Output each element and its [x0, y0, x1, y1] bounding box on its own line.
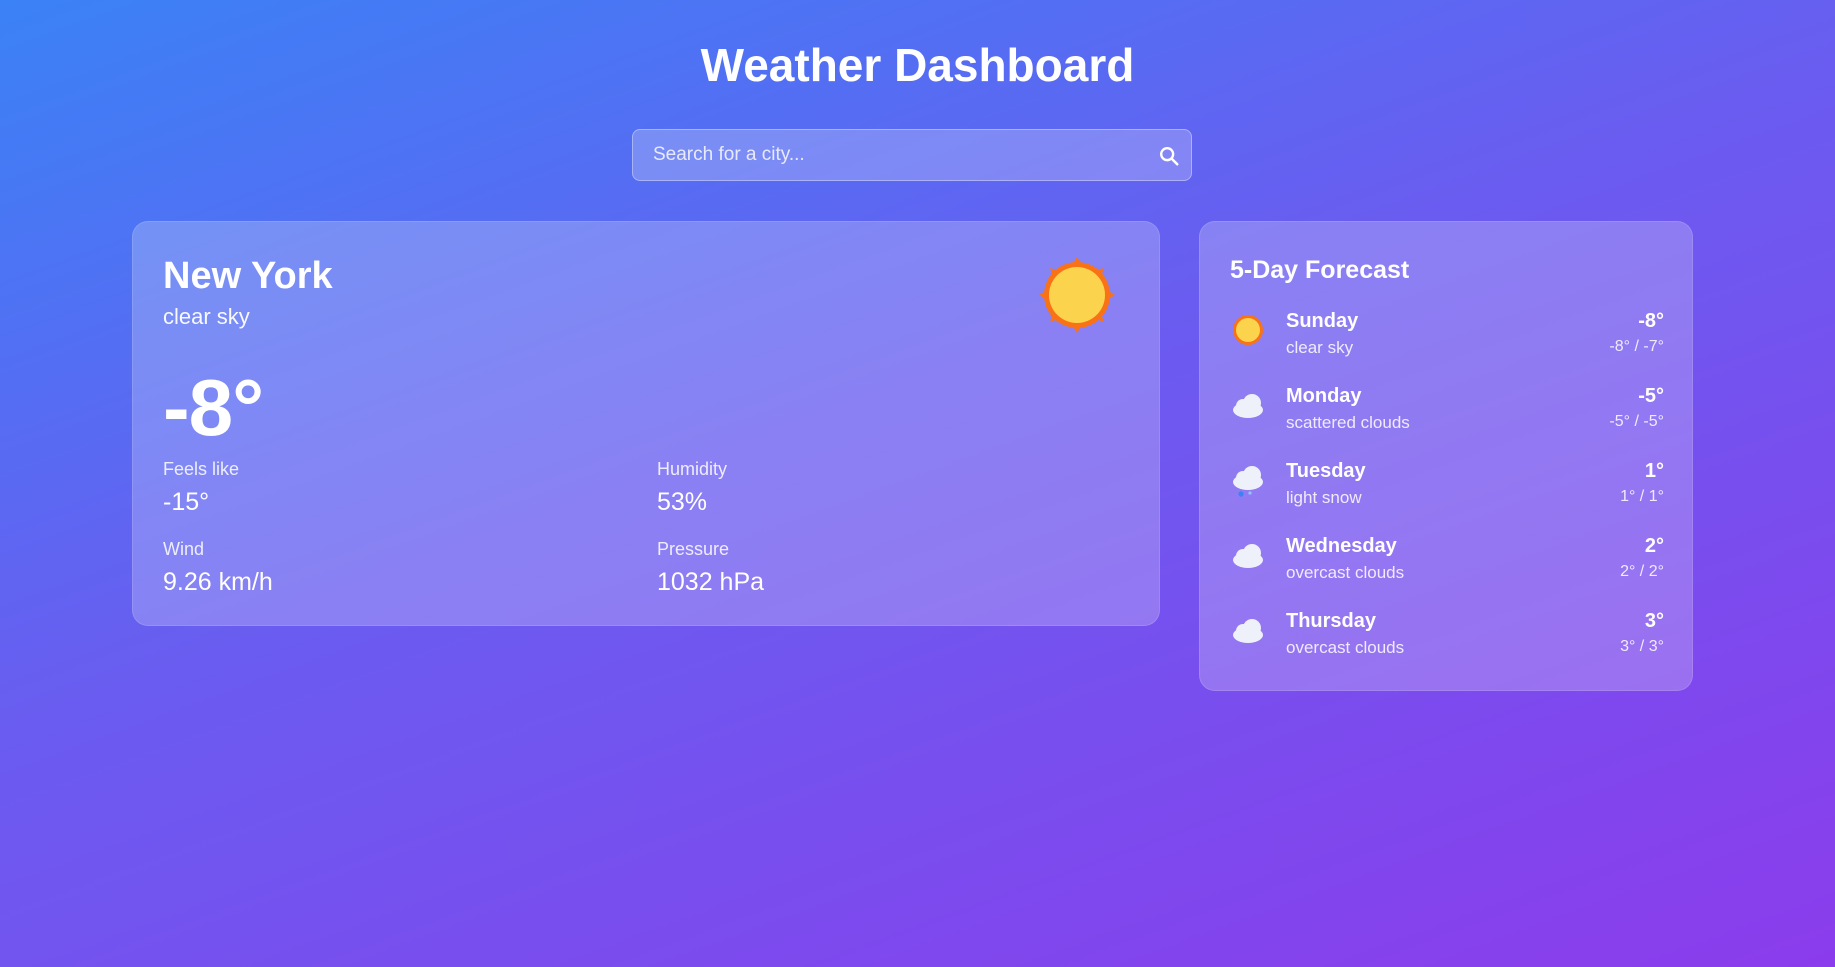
- forecast-day-desc: scattered clouds: [1286, 413, 1410, 432]
- forecast-title: 5-Day Forecast: [1230, 256, 1410, 284]
- current-temperature: -8°: [163, 363, 264, 452]
- cloud-icon: [1230, 387, 1266, 423]
- feels-like-stat: Feels like -15°: [163, 459, 239, 517]
- pressure-label: Pressure: [657, 539, 730, 559]
- forecast-day: Monday scattered clouds -5° -5° / -5°: [1230, 383, 1664, 458]
- feels-like-value: -15°: [163, 488, 210, 516]
- forecast-day-name: Sunday: [1286, 310, 1359, 332]
- wind-value: 9.26 km/h: [163, 568, 273, 596]
- forecast-list: Sunday clear sky -8° -8° / -7° Monday sc…: [1230, 308, 1664, 683]
- page-title: Weather Dashboard: [700, 39, 1135, 91]
- wind-stat: Wind 9.26 km/h: [163, 539, 273, 597]
- pressure-value: 1032 hPa: [657, 568, 765, 596]
- humidity-value: 53%: [657, 488, 708, 516]
- forecast-day-temp: 1°: [1644, 460, 1664, 482]
- current-weather-card: New York clear sky -8° Feels like -15° H…: [132, 221, 1160, 626]
- forecast-day: Tuesday light snow 1° 1° / 1°: [1230, 458, 1664, 533]
- forecast-day-desc: clear sky: [1286, 338, 1354, 357]
- forecast-day-temp: 3°: [1644, 610, 1664, 632]
- search-icon[interactable]: [1155, 142, 1183, 170]
- forecast-day-name: Thursday: [1286, 610, 1377, 632]
- sun-icon: [1230, 312, 1266, 348]
- forecast-day-range: 1° / 1°: [1620, 488, 1664, 505]
- forecast-day-name: Wednesday: [1286, 535, 1397, 557]
- forecast-day-name: Tuesday: [1286, 460, 1366, 482]
- forecast-day-range: -8° / -7°: [1609, 338, 1664, 355]
- forecast-day-temp: -5°: [1638, 385, 1664, 407]
- forecast-day-range: -5° / -5°: [1609, 413, 1664, 430]
- forecast-day-desc: overcast clouds: [1286, 563, 1405, 582]
- forecast-card: 5-Day Forecast Sunday clear sky -8° -8° …: [1199, 221, 1693, 691]
- forecast-day-temp: 2°: [1644, 535, 1664, 557]
- sun-icon: [1039, 257, 1115, 338]
- forecast-day-temp: -8°: [1638, 310, 1664, 332]
- snow-cloud-icon: [1230, 462, 1266, 498]
- forecast-day-desc: light snow: [1286, 488, 1362, 507]
- forecast-day-range: 2° / 2°: [1620, 563, 1664, 580]
- feels-like-label: Feels like: [163, 459, 240, 479]
- cloud-icon: [1230, 612, 1266, 648]
- forecast-day: Wednesday overcast clouds 2° 2° / 2°: [1230, 533, 1664, 608]
- forecast-day: Thursday overcast clouds 3° 3° / 3°: [1230, 608, 1664, 683]
- forecast-day-range: 3° / 3°: [1620, 638, 1664, 655]
- cloud-icon: [1230, 537, 1266, 573]
- city-name: New York: [163, 255, 333, 297]
- humidity-stat: Humidity 53%: [657, 459, 727, 517]
- pressure-stat: Pressure 1032 hPa: [657, 539, 764, 597]
- humidity-label: Humidity: [657, 459, 728, 479]
- forecast-day-desc: overcast clouds: [1286, 638, 1405, 657]
- forecast-day: Sunday clear sky -8° -8° / -7°: [1230, 308, 1664, 383]
- search-input[interactable]: [633, 130, 1191, 180]
- forecast-day-name: Monday: [1286, 385, 1362, 407]
- search-bar: [632, 129, 1192, 181]
- wind-label: Wind: [163, 539, 205, 559]
- weather-condition: clear sky: [163, 304, 250, 329]
